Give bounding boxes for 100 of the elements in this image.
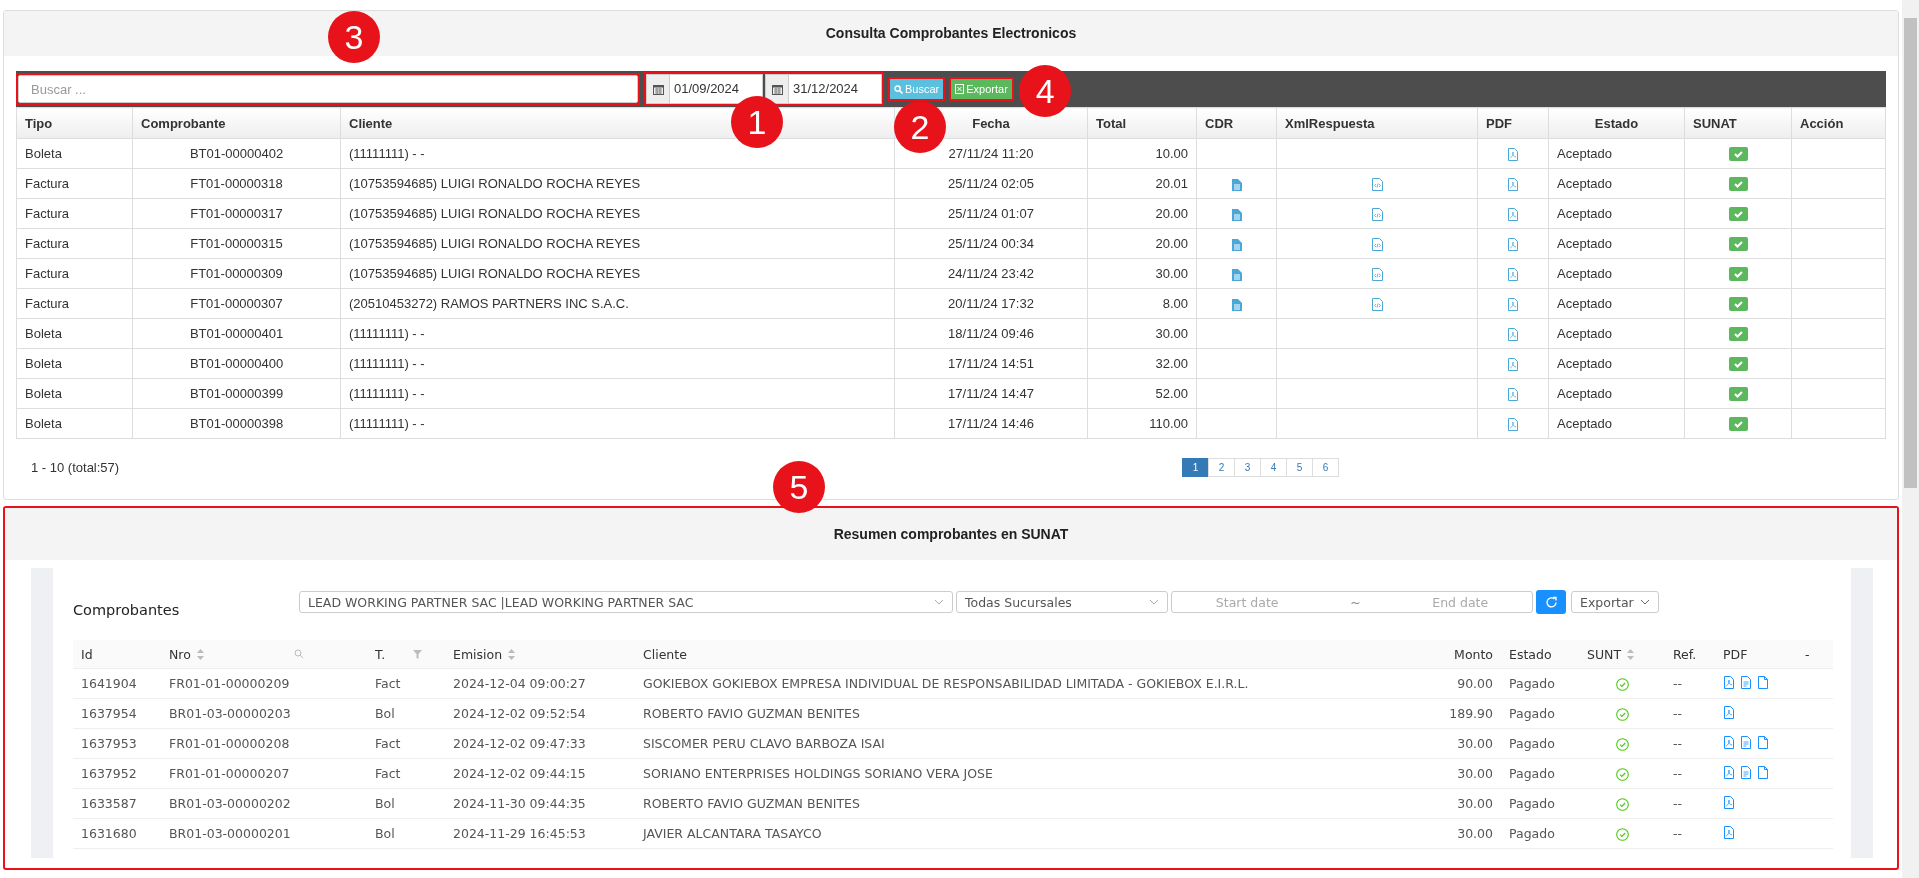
- pdf-icon[interactable]: [1507, 208, 1519, 222]
- document-icon[interactable]: [1740, 765, 1752, 779]
- sort-icon[interactable]: [508, 648, 516, 660]
- table-cell: 20.00: [1087, 198, 1197, 229]
- record-count: 1 - 10 (total:57): [31, 459, 120, 475]
- column-header: T.: [375, 646, 386, 662]
- table-cell: FR01-01-00000208: [161, 728, 367, 759]
- table-cell: Aceptado: [1548, 228, 1685, 259]
- scrollbar[interactable]: [1902, 0, 1919, 878]
- company-select[interactable]: LEAD WORKING PARTNER SAC |LEAD WORKING PARTNER SAC: [299, 591, 953, 613]
- table-cell: BT01-00000402: [132, 138, 341, 169]
- search-field[interactable]: Buscar ...: [18, 75, 638, 103]
- page-button[interactable]: 3: [1234, 457, 1261, 477]
- code-file-icon[interactable]: [1371, 298, 1383, 312]
- column-header: Estado: [1509, 646, 1552, 662]
- file-icon[interactable]: [1757, 765, 1769, 779]
- table-cell: FR01-01-00000209: [161, 668, 367, 699]
- pdf-icon[interactable]: [1507, 328, 1519, 342]
- pdf-icon[interactable]: [1507, 238, 1519, 252]
- table-cell: ROBERTO FAVIO GUZMAN BENITES: [635, 788, 1423, 819]
- table-cell: 8.00: [1087, 288, 1197, 319]
- pdf-icon[interactable]: [1723, 795, 1735, 809]
- check-button[interactable]: [1728, 297, 1748, 312]
- table-cell: Boleta: [16, 138, 133, 169]
- table-cell: Factura: [16, 228, 133, 259]
- section-heading: Comprobantes: [73, 602, 180, 618]
- page-button[interactable]: 4: [1260, 457, 1287, 477]
- table-cell: Fact: [367, 668, 445, 699]
- check-button[interactable]: [1728, 147, 1748, 162]
- check-button[interactable]: [1728, 417, 1748, 432]
- panel-title: Resumen comprobantes en SUNAT: [5, 508, 1897, 560]
- check-button[interactable]: [1728, 177, 1748, 192]
- table-cell: 10.00: [1087, 138, 1197, 169]
- document-icon[interactable]: [1740, 735, 1752, 749]
- pdf-icon[interactable]: [1723, 675, 1735, 689]
- calendar-icon: [652, 83, 664, 95]
- table-cell: 17/11/24 14:51: [894, 348, 1088, 379]
- table-cell: FT01-00000317: [132, 198, 341, 229]
- check-button[interactable]: [1728, 267, 1748, 282]
- code-file-icon[interactable]: [1371, 178, 1383, 192]
- pdf-icon[interactable]: [1507, 268, 1519, 282]
- date-range-field[interactable]: Start date ~ End date: [1171, 591, 1533, 613]
- document-icon[interactable]: [1231, 268, 1242, 281]
- file-icon[interactable]: [1757, 675, 1769, 689]
- pdf-icon[interactable]: [1723, 765, 1735, 779]
- file-icon[interactable]: [1757, 735, 1769, 749]
- table-cell: 2024-11-29 16:45:53: [445, 818, 635, 849]
- page-button[interactable]: 1: [1182, 457, 1209, 477]
- pdf-icon[interactable]: [1507, 358, 1519, 372]
- pdf-icon[interactable]: [1507, 388, 1519, 402]
- table-cell: Aceptado: [1548, 168, 1685, 199]
- sort-icon[interactable]: [1627, 648, 1635, 660]
- pdf-icon[interactable]: [1723, 735, 1735, 749]
- table-cell: --: [1665, 728, 1715, 759]
- pdf-icon[interactable]: [1723, 825, 1735, 839]
- check-button[interactable]: [1728, 207, 1748, 222]
- check-button[interactable]: [1728, 237, 1748, 252]
- pdf-icon[interactable]: [1507, 418, 1519, 432]
- branch-select[interactable]: Todas Sucursales: [956, 591, 1168, 613]
- date-field[interactable]: 01/09/2024: [646, 74, 763, 104]
- code-file-icon[interactable]: [1371, 268, 1383, 282]
- table-cell: SISCOMER PERU CLAVO BARBOZA ISAI: [635, 728, 1423, 759]
- filter-icon[interactable]: [413, 649, 423, 659]
- refresh-button[interactable]: [1536, 590, 1566, 614]
- calendar-icon: [771, 83, 783, 95]
- table-cell: BR01-03-00000203: [161, 698, 367, 729]
- table-cell: 25/11/24 00:34: [894, 228, 1088, 259]
- sort-icon[interactable]: [196, 648, 204, 660]
- code-file-icon[interactable]: [1371, 238, 1383, 252]
- table-cell: GOKIEBOX GOKIEBOX EMPRESA INDIVIDUAL DE RESPONSABILIDAD LIMITADA - GOKIEBOX E.I.R.L.: [635, 668, 1423, 699]
- check-button[interactable]: [1728, 387, 1748, 402]
- pdf-icon[interactable]: [1723, 705, 1735, 719]
- date-field[interactable]: 31/12/2024: [765, 74, 882, 104]
- code-file-icon[interactable]: [1371, 208, 1383, 222]
- document-icon[interactable]: [1231, 208, 1242, 221]
- table-cell: 1633587: [73, 788, 161, 819]
- page-button[interactable]: 2: [1208, 457, 1235, 477]
- export-dropdown[interactable]: Exportar: [1571, 591, 1659, 613]
- page-button[interactable]: 5: [1286, 457, 1313, 477]
- column-header: -: [1805, 646, 1810, 662]
- pdf-icon[interactable]: [1507, 178, 1519, 192]
- table-cell: 1641904: [73, 668, 161, 699]
- search-icon[interactable]: [293, 649, 304, 659]
- document-icon[interactable]: [1231, 298, 1242, 311]
- page-button[interactable]: 6: [1312, 457, 1339, 477]
- column-header: Estado: [1548, 107, 1685, 139]
- pdf-icon[interactable]: [1507, 298, 1519, 312]
- column-header: PDF: [1477, 107, 1549, 139]
- table-cell: Aceptado: [1548, 348, 1685, 379]
- document-icon[interactable]: [1231, 178, 1242, 191]
- table-cell: Boleta: [16, 408, 133, 439]
- search-icon: [894, 84, 903, 94]
- check-button[interactable]: [1728, 327, 1748, 342]
- column-header: Comprobante: [132, 107, 341, 139]
- table-cell: 17/11/24 14:47: [894, 378, 1088, 409]
- table-cell: 30.00: [1423, 758, 1501, 789]
- check-button[interactable]: [1728, 357, 1748, 372]
- document-icon[interactable]: [1740, 675, 1752, 689]
- document-icon[interactable]: [1231, 238, 1242, 251]
- pdf-icon[interactable]: [1507, 148, 1519, 162]
